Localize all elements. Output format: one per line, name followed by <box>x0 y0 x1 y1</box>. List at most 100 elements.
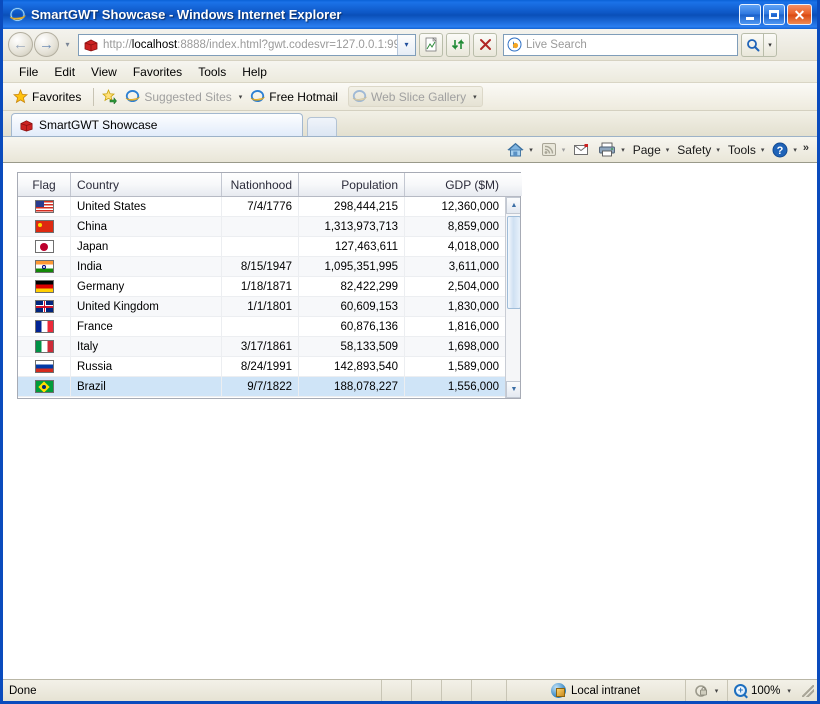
table-row[interactable]: Russia 8/24/1991 142,893,540 1,589,000 <box>18 357 505 377</box>
window-controls: ✕ <box>739 4 814 25</box>
table-row[interactable]: Brazil 9/7/1822 188,078,227 1,556,000 <box>18 377 505 397</box>
grid-body: United States 7/4/1776 298,444,215 12,360,0… <box>18 197 520 398</box>
suggested-sites-label: Suggested Sites <box>144 89 232 104</box>
chevron-down-icon: ▾ <box>238 93 243 101</box>
free-hotmail-button[interactable]: Free Hotmail <box>248 87 344 106</box>
cell-gdp: 1,589,000 <box>447 360 499 373</box>
table-row[interactable]: France 60,876,136 1,816,000 <box>18 317 505 337</box>
grid-vertical-scrollbar[interactable]: ▲ ▼ <box>505 197 520 398</box>
menu-file[interactable]: File <box>11 63 46 81</box>
refresh-icon[interactable] <box>446 32 470 57</box>
address-dropdown-button[interactable]: ▾ <box>397 34 415 55</box>
menu-view[interactable]: View <box>83 63 125 81</box>
tab-smartgwt-showcase[interactable]: SmartGWT Showcase <box>11 113 303 136</box>
status-segment-1 <box>381 680 411 701</box>
zoom-caret-icon[interactable]: ▾ <box>787 687 791 695</box>
suggested-sites-button[interactable]: Suggested Sites ▾ <box>123 87 248 106</box>
table-row[interactable]: United Kingdom 1/1/1801 60,609,153 1,830,00… <box>18 297 505 317</box>
address-input[interactable]: http://localhost:8888/index.html?gwt.cod… <box>78 33 416 56</box>
add-to-favorites-bar-button[interactable] <box>100 87 123 106</box>
close-button[interactable]: ✕ <box>787 4 812 25</box>
cell-flag <box>18 377 71 396</box>
page-content: Flag Country Nationhood Population GDP (… <box>3 163 817 679</box>
menu-tools[interactable]: Tools <box>190 63 234 81</box>
column-header-country[interactable]: Country <box>71 173 222 196</box>
stop-icon[interactable] <box>473 32 497 57</box>
flag-japan-icon <box>34 240 54 253</box>
cell-nationhood <box>222 317 299 336</box>
scroll-up-button[interactable]: ▲ <box>506 197 520 214</box>
free-hotmail-label: Free Hotmail <box>269 89 338 104</box>
favorites-button[interactable]: Favorites <box>11 87 87 106</box>
tools-menu-button[interactable]: Tools ▾ <box>724 141 769 159</box>
flag-germany-icon <box>34 280 54 293</box>
cell-flag <box>18 197 71 216</box>
cell-flag <box>18 277 71 296</box>
rss-icon <box>541 143 556 156</box>
cell-nationhood: 8/15/1947 <box>222 257 299 276</box>
compatibility-view-icon[interactable] <box>419 32 443 57</box>
lock-icon <box>694 684 709 698</box>
cell-population: 142,893,540 <box>299 357 405 376</box>
cell-population: 60,609,153 <box>299 297 405 316</box>
zoom-control[interactable]: + 100% ▾ <box>727 680 817 701</box>
column-header-nationhood[interactable]: Nationhood <box>222 173 299 196</box>
status-segment-2 <box>411 680 441 701</box>
table-row[interactable]: Italy 3/17/1861 58,133,509 1,698,000 <box>18 337 505 357</box>
menu-favorites[interactable]: Favorites <box>125 63 190 81</box>
help-menu-button[interactable]: ? ▾ <box>768 140 801 160</box>
recent-pages-dropdown[interactable]: ▾ <box>61 36 74 54</box>
maximize-button[interactable] <box>763 4 785 25</box>
web-slice-gallery-button[interactable]: Web Slice Gallery ▾ <box>347 86 483 107</box>
table-row[interactable]: India 8/15/1947 1,095,351,995 3,611,000 <box>18 257 505 277</box>
read-mail-button[interactable] <box>569 141 594 159</box>
menu-help[interactable]: Help <box>234 63 275 81</box>
home-icon <box>507 142 524 156</box>
print-button[interactable]: ▾ <box>594 140 629 159</box>
scroll-thumb[interactable] <box>507 216 520 309</box>
cell-gdp: 1,698,000 <box>447 340 499 353</box>
cell-nationhood: 3/17/1861 <box>222 337 299 356</box>
search-go-button[interactable] <box>741 32 763 57</box>
intranet-zone-icon <box>551 683 566 698</box>
page-menu-button[interactable]: Page ▾ <box>629 141 674 159</box>
column-header-gdp[interactable]: GDP ($M) <box>405 173 505 196</box>
search-input[interactable]: Live Search <box>503 33 738 56</box>
cell-population: 58,133,509 <box>299 337 405 356</box>
column-header-population[interactable]: Population <box>299 173 405 196</box>
forward-button[interactable]: → <box>34 32 59 57</box>
cell-country: China <box>71 217 222 236</box>
cell-nationhood: 9/7/1822 <box>222 377 299 396</box>
cell-gdp: 2,504,000 <box>447 280 499 293</box>
star-icon <box>12 88 29 104</box>
security-zone-indicator[interactable]: Local intranet <box>506 680 685 701</box>
title-bar: SmartGWT Showcase - Windows Internet Exp… <box>3 0 817 29</box>
minimize-button[interactable] <box>739 4 761 25</box>
feeds-button[interactable]: ▾ <box>537 140 570 159</box>
new-tab-button[interactable] <box>307 117 337 136</box>
cell-flag <box>18 257 71 276</box>
cell-nationhood <box>222 217 299 236</box>
printer-icon <box>599 142 616 157</box>
resize-grip[interactable] <box>802 684 814 697</box>
scroll-track[interactable] <box>506 214 520 381</box>
table-row[interactable]: Germany 1/18/1871 82,422,299 2,504,000 <box>18 277 505 297</box>
column-header-flag[interactable]: Flag <box>18 173 71 196</box>
home-button[interactable]: ▾ <box>503 140 537 160</box>
scroll-down-button[interactable]: ▼ <box>506 381 520 398</box>
safety-caret-icon: ▾ <box>716 146 720 154</box>
menu-edit[interactable]: Edit <box>46 63 83 81</box>
command-bar-overflow-button[interactable]: » <box>801 142 813 154</box>
safety-menu-button[interactable]: Safety ▾ <box>673 141 724 159</box>
protected-mode-caret-icon: ▾ <box>714 687 719 695</box>
table-row[interactable]: Japan 127,463,611 4,018,000 <box>18 237 505 257</box>
svg-text:?: ? <box>777 145 784 157</box>
back-button[interactable]: ← <box>8 32 33 57</box>
cell-flag <box>18 357 71 376</box>
cell-country: India <box>71 257 222 276</box>
table-row[interactable]: United States 7/4/1776 298,444,215 12,360,0… <box>18 197 505 217</box>
table-row[interactable]: China 1,313,973,713 8,859,000 <box>18 217 505 237</box>
cell-nationhood: 7/4/1776 <box>222 197 299 216</box>
protected-mode-indicator[interactable]: ▾ <box>685 680 727 701</box>
search-dropdown-button[interactable]: ▾ <box>763 32 777 57</box>
